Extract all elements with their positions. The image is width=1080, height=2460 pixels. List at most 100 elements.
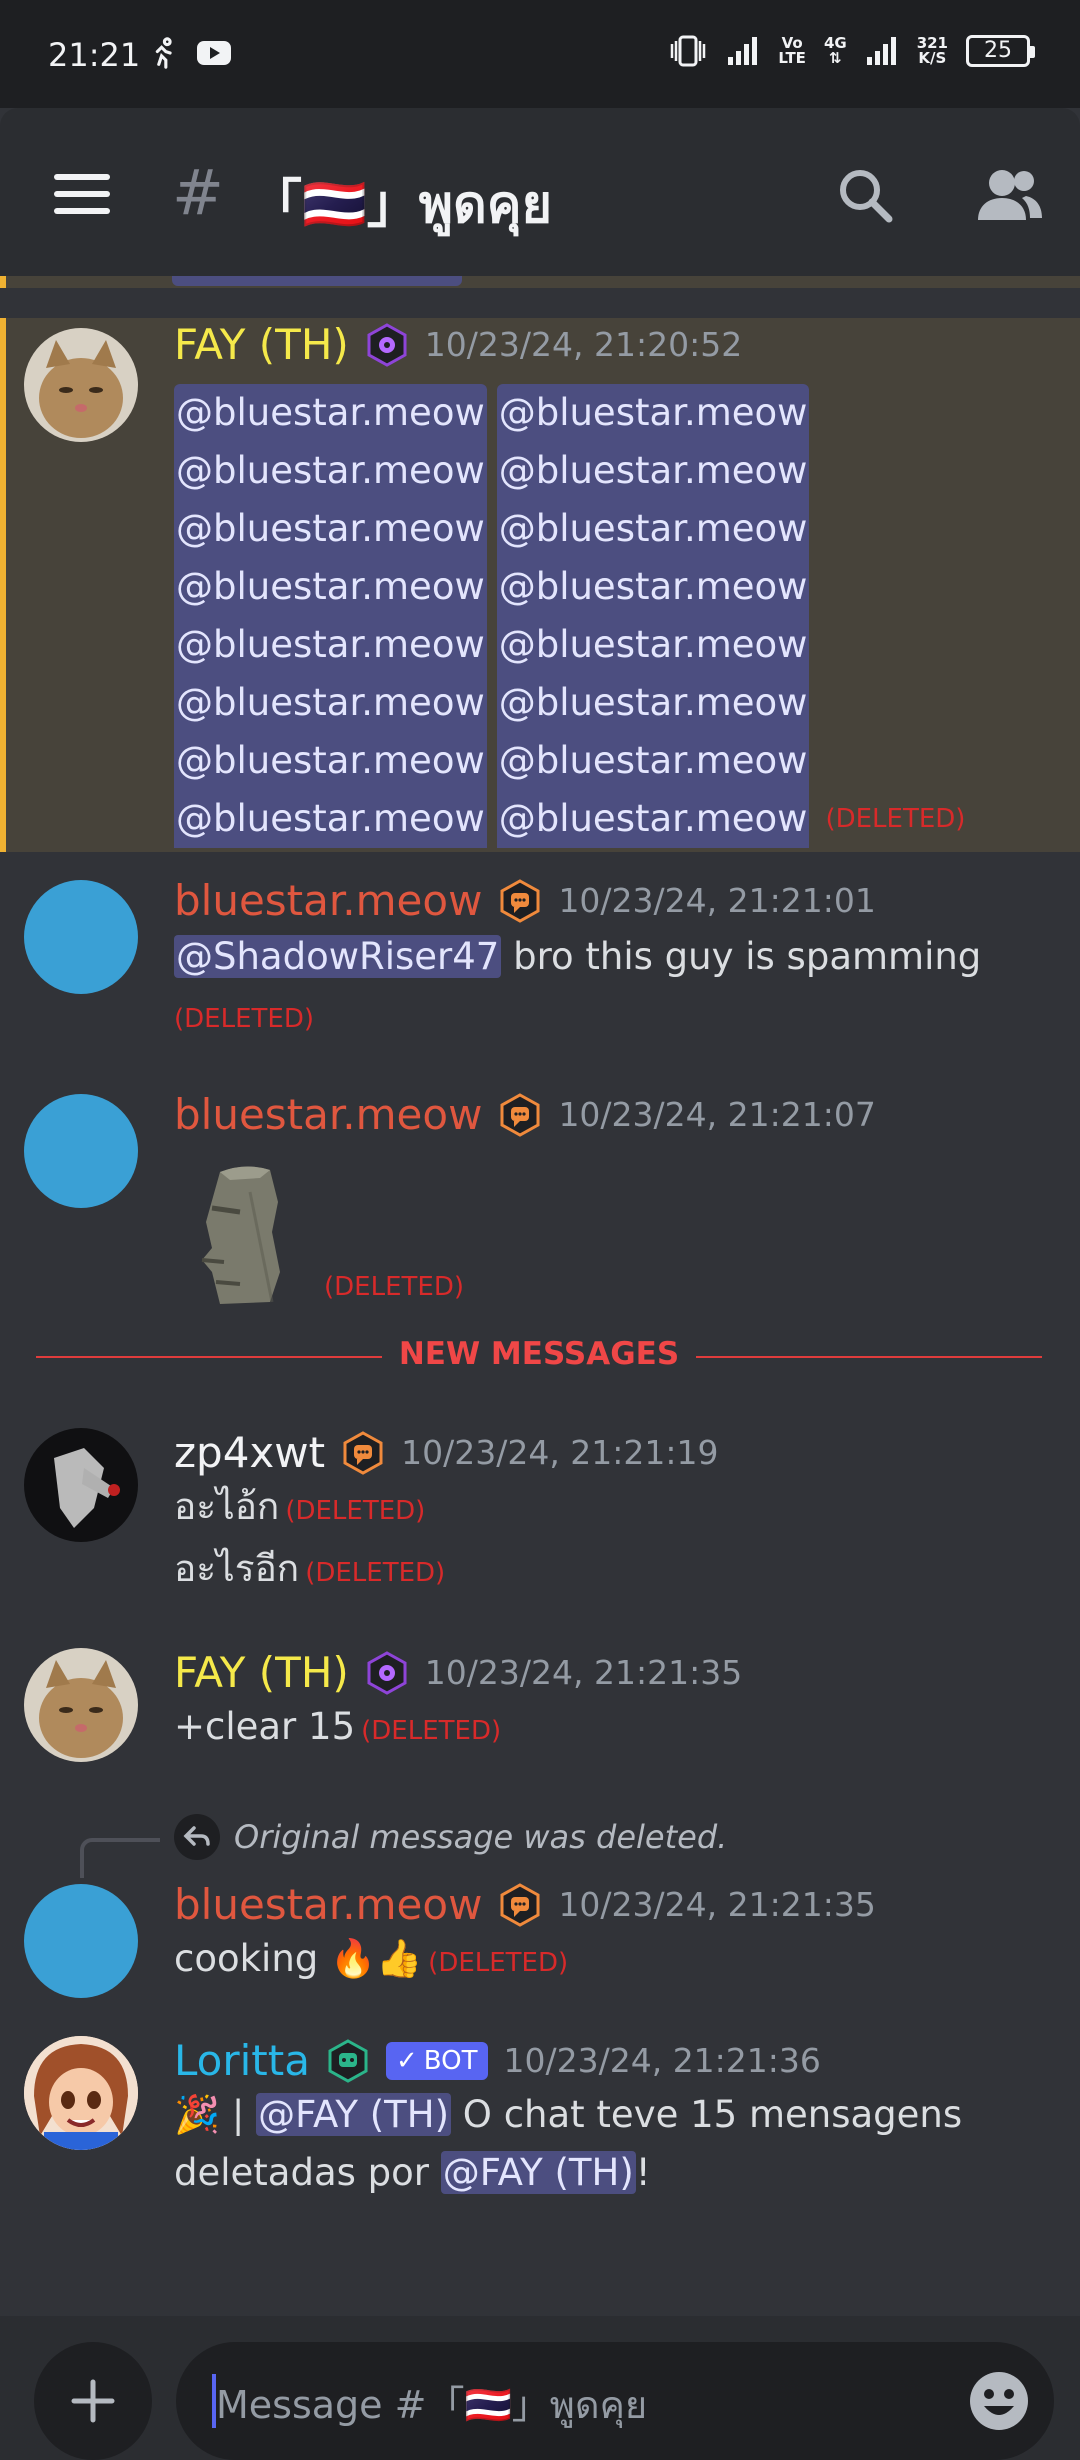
message-text: bro this guy is spamming <box>501 935 982 978</box>
message-text: อะไอ้ก <box>174 1485 280 1528</box>
battery-indicator: 25 <box>966 35 1035 67</box>
mention[interactable]: @bluestar.meow <box>174 790 487 848</box>
mention[interactable]: @bluestar.meow <box>174 558 487 616</box>
emoji-icon[interactable] <box>968 2370 1030 2432</box>
message-item[interactable]: zp4xwt 10/23/24, 21:21:19 อะไอ้ก (DELETED… <box>0 1428 1080 1618</box>
author-name[interactable]: FAY (TH) <box>174 1648 349 1697</box>
mention[interactable]: @bluestar.meow <box>496 790 810 848</box>
deleted-label: (DELETED) <box>825 804 966 834</box>
mention[interactable]: @bluestar.meow <box>496 616 810 674</box>
message-input[interactable]: Message #「🇹🇭」พูดคุย <box>176 2342 1054 2460</box>
bot-tag-label: BOT <box>423 2045 478 2076</box>
deleted-label: (DELETED) <box>428 1948 569 1978</box>
mention[interactable]: @bluestar.meow <box>496 442 810 500</box>
channel-hash-icon: # <box>172 156 224 229</box>
timestamp: 10/23/24, 21:21:36 <box>503 2041 821 2080</box>
avatar[interactable] <box>24 1884 138 1998</box>
mention[interactable]: @bluestar.meow <box>174 674 487 732</box>
author-name[interactable]: FAY (TH) <box>174 320 349 369</box>
activity-icon <box>155 37 172 69</box>
timestamp: 10/23/24, 21:20:52 <box>424 325 743 364</box>
mention[interactable]: @bluestar.meow <box>496 674 810 732</box>
mention[interactable]: @bluestar.meow <box>174 500 487 558</box>
chat-badge-icon <box>500 878 540 923</box>
add-attachment-button[interactable] <box>34 2342 152 2460</box>
mention[interactable]: @ShadowRiser47 <box>174 935 502 978</box>
mention[interactable]: @bluestar.meow <box>496 384 810 442</box>
vibrate-icon <box>671 35 706 67</box>
message-content: 🎉 | @FAY (TH) O chat teve 15 mensagens d… <box>174 2086 1054 2202</box>
message-item[interactable]: Loritta ✓ BOT 10/23/24, 21:21:36 🎉 | @FAY… <box>0 2036 1080 2236</box>
channel-title[interactable]: 「🇹🇭」พูดคุย <box>250 162 552 245</box>
author-name[interactable]: zp4xwt <box>174 1428 325 1477</box>
mention[interactable]: @FAY (TH) <box>440 2151 636 2194</box>
avatar[interactable] <box>24 1428 138 1542</box>
channel-header: # 「🇹🇭」พูดคุย <box>0 108 1080 276</box>
avatar[interactable] <box>24 2036 138 2150</box>
bot-tag: ✓ BOT <box>385 2041 488 2080</box>
avatar[interactable] <box>24 1094 138 1208</box>
author-name[interactable]: Loritta <box>174 2036 310 2085</box>
message-content: cooking 🔥👍 (DELETED) <box>174 1930 568 1992</box>
bot-role-badge-icon <box>328 2038 368 2083</box>
menu-icon[interactable] <box>54 174 110 214</box>
message-text: +clear 15 <box>174 1705 356 1748</box>
message-item[interactable]: FAY (TH) 10/23/24, 21:21:35 +clear 15 (DE… <box>0 1648 1080 1778</box>
check-icon: ✓ <box>395 2045 418 2076</box>
avatar[interactable] <box>24 328 138 442</box>
youtube-icon <box>197 41 231 65</box>
moai-icon[interactable] <box>190 1162 300 1312</box>
reply-text: Original message was deleted. <box>234 1818 728 1856</box>
reply-reference[interactable]: Original message was deleted. <box>174 1814 727 1860</box>
signal-2-icon <box>866 37 896 65</box>
new-messages-divider: NEW MESSAGES <box>36 1336 1042 1376</box>
reply-icon <box>174 1814 220 1860</box>
avatar[interactable] <box>24 880 138 994</box>
message-item[interactable]: FAY (TH) 10/23/24, 21:20:52 @bluestar.me… <box>0 318 1080 852</box>
timestamp: 10/23/24, 21:21:35 <box>424 1653 743 1692</box>
search-icon[interactable] <box>836 166 894 224</box>
mention[interactable]: @bluestar.meow <box>496 558 810 616</box>
deleted-label: (DELETED) <box>285 1496 426 1526</box>
message-item[interactable]: bluestar.meow 10/23/24, 21:21:01 @Shadow… <box>0 876 1080 1076</box>
message-item[interactable]: bluestar.meow 10/23/24, 21:21:35 cooking… <box>0 1880 1080 2020</box>
timestamp: 10/23/24, 21:21:01 <box>558 881 876 920</box>
chat-badge-icon <box>500 1882 540 1927</box>
timestamp: 10/23/24, 21:21:07 <box>558 1095 876 1134</box>
message-content: +clear 15 (DELETED) <box>174 1698 501 1760</box>
message-text: O chat teve 15 mensagens <box>451 2093 963 2136</box>
message-text: cooking 🔥👍 <box>174 1937 423 1980</box>
deleted-label: (DELETED) <box>361 1716 502 1746</box>
speed-unit: K/S <box>918 49 947 67</box>
mention[interactable]: @bluestar.meow <box>496 732 810 790</box>
status-bar: 21:21 Vo LTE 4G ⇅ 321 K/S 25 <box>0 0 1080 108</box>
deleted-label: (DELETED) <box>324 1272 464 1302</box>
timestamp: 10/23/24, 21:21:35 <box>558 1885 876 1924</box>
author-name[interactable]: bluestar.meow <box>174 1090 482 1139</box>
message-item[interactable]: bluestar.meow 10/23/24, 21:21:07 (DELETE… <box>0 1090 1080 1320</box>
plus-icon <box>71 2379 115 2423</box>
mention[interactable]: @bluestar.meow <box>496 500 810 558</box>
signal-icon <box>728 37 758 65</box>
message-composer: Message #「🇹🇭」พูดคุย <box>0 2316 1080 2460</box>
mention[interactable]: @FAY (TH) <box>256 2093 452 2136</box>
message-content: @ShadowRiser47 bro this guy is spamming … <box>174 928 981 1048</box>
message-text: อะไรอีก <box>174 1547 300 1590</box>
chat-badge-icon <box>500 1092 540 1137</box>
author-name[interactable]: bluestar.meow <box>174 1880 482 1929</box>
author-name[interactable]: bluestar.meow <box>174 876 482 925</box>
reply-connector <box>80 1838 160 1878</box>
volte-label-bottom: LTE <box>778 49 806 67</box>
new-messages-label: NEW MESSAGES <box>398 1336 680 1372</box>
members-icon[interactable] <box>974 166 1044 224</box>
previous-message-fragment <box>0 276 1080 288</box>
mention[interactable]: @bluestar.meow <box>174 732 487 790</box>
message-list[interactable]: FAY (TH) 10/23/24, 21:20:52 @bluestar.me… <box>0 276 1080 2316</box>
deleted-label: (DELETED) <box>305 1558 446 1588</box>
message-content: อะไอ้ก (DELETED) อะไรอีก (DELETED) <box>174 1478 445 1602</box>
mention[interactable]: @bluestar.meow <box>174 616 487 674</box>
avatar[interactable] <box>24 1648 138 1762</box>
mention[interactable]: @bluestar.meow <box>174 384 487 442</box>
mention[interactable]: @bluestar.meow <box>174 442 487 500</box>
status-time: 21:21 <box>48 36 141 74</box>
